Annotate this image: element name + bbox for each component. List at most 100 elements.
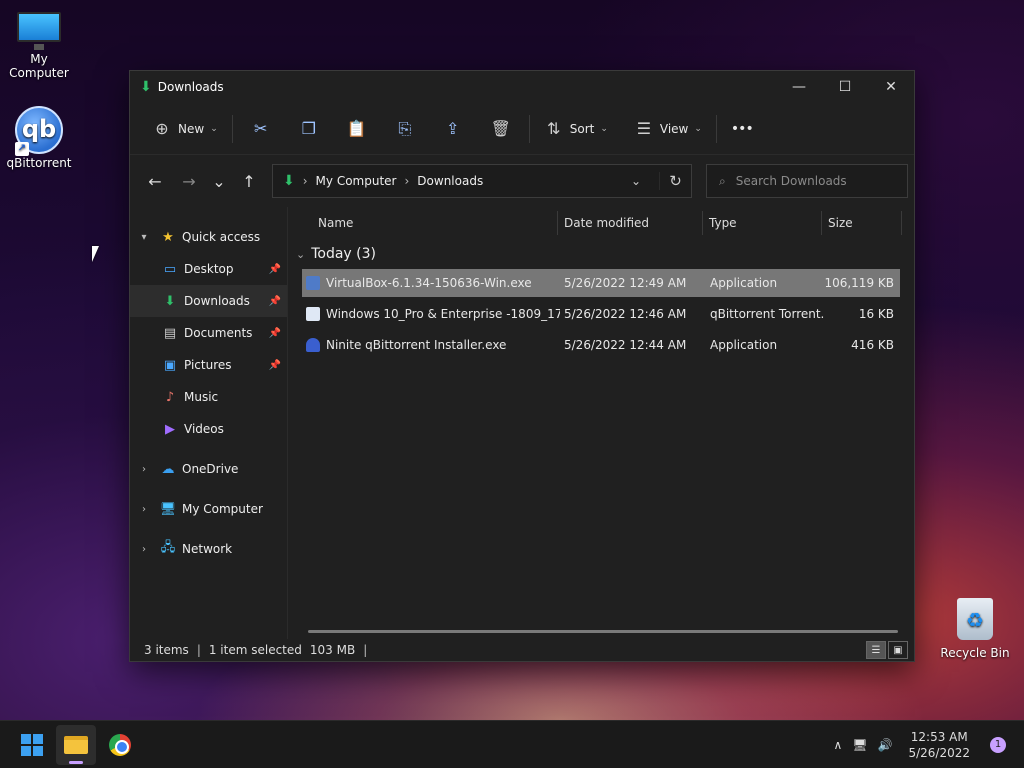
back-button[interactable]: ← [140,166,170,196]
new-button[interactable]: ⊕ New ⌄ [148,113,222,145]
chevron-down-icon: ⌄ [212,171,226,191]
clock[interactable]: 12:53 AM 5/26/2022 [908,729,970,761]
column-header-type[interactable]: Type [703,211,822,235]
pictures-icon: ▣ [163,357,177,373]
column-header-row: Name Date modified Type Size [288,207,914,239]
view-button[interactable]: ☰ View ⌄ [630,113,706,145]
chevron-right-icon: › [142,503,146,515]
sidebar-item-downloads[interactable]: ⬇ Downloads 📌 [130,285,287,317]
show-hidden-icons-button[interactable]: ∧ [833,738,842,752]
cut-button[interactable]: ✂ [243,113,279,145]
sidebar-item-desktop[interactable]: ▭ Desktop 📌 [130,253,287,285]
recycle-bin-icon: ♻ [957,598,993,640]
column-header-date[interactable]: Date modified [558,211,703,235]
chrome-icon [109,733,131,756]
scissors-icon: ✂ [254,119,268,138]
download-icon: ⬇ [283,173,295,189]
column-header-name[interactable]: Name [288,211,558,235]
monitor-icon: 🖥 [159,501,177,517]
table-row[interactable]: VirtualBox-6.1.34-150636-Win.exe 5/26/20… [302,269,900,297]
group-header-today[interactable]: ⌄ Today (3) [288,239,914,269]
qbittorrent-icon: qb ↗ [15,106,63,156]
download-icon: ⬇ [140,79,152,95]
breadcrumb-my-computer[interactable]: My Computer [316,174,397,188]
horizontal-scrollbar[interactable] [308,630,898,633]
virtualbox-icon [306,276,320,290]
minimize-button[interactable]: — [776,71,822,103]
divider: | [196,643,201,657]
cloud-icon: ☁ [161,461,175,477]
recent-locations-button[interactable]: ⌄ [204,166,234,196]
divider [231,114,233,143]
volume-icon[interactable]: 🔊 [878,738,893,752]
close-button[interactable]: ✕ [868,71,914,103]
sidebar-item-documents[interactable]: ▤ Documents 📌 [130,317,287,349]
address-bar[interactable]: ⬇ › My Computer › Downloads ⌄ ↻ [272,164,692,198]
desktop-icon-my-computer[interactable]: My Computer [0,12,78,80]
folder-icon [64,735,88,754]
table-row[interactable]: Ninite qBittorrent Installer.exe 5/26/20… [302,331,900,359]
details-view-icon: ☰ [871,644,881,656]
paste-button[interactable]: 📋 [339,113,375,145]
chevron-right-icon: › [142,543,146,555]
details-view-button[interactable]: ☰ [866,641,886,659]
notification-badge[interactable]: 1 [990,736,1006,753]
refresh-button[interactable]: ↻ [659,172,691,190]
up-button[interactable]: ↑ [234,166,264,196]
sidebar-item-quick-access[interactable]: ▾ ★ Quick access [130,221,287,253]
trash-icon: 🗑 [490,119,511,138]
sidebar-item-my-computer[interactable]: › 🖥 My Computer [130,493,287,525]
status-size: 103 MB [309,643,356,657]
desktop-icon-label: Recycle Bin [940,646,1010,660]
pin-icon: 📌 [268,359,281,371]
search-placeholder: Search Downloads [735,174,847,188]
sidebar-item-videos[interactable]: ▶ Videos [130,413,287,445]
desktop-icon-qbittorrent[interactable]: qb ↗ qBittorrent [0,106,78,170]
navigation-row: ← → ⌄ ↑ ⬇ › My Computer › Downloads ⌄ ↻ … [130,155,914,207]
plus-circle-icon: ⊕ [155,119,169,138]
explorer-body: ▾ ★ Quick access ▭ Desktop 📌 ⬇ Downloads… [130,207,914,639]
chevron-right-icon: › [142,463,146,475]
address-dropdown-button[interactable]: ⌄ [621,174,651,188]
arrow-left-icon: ← [148,171,162,191]
sidebar-item-music[interactable]: ♪ Music [130,381,287,413]
sidebar-item-network[interactable]: › 🖧 Network [130,533,287,565]
breadcrumb-separator-icon: › [404,174,410,188]
delete-button[interactable]: 🗑 [483,113,519,145]
status-bar: 3 items | 1 item selected 103 MB | ☰ ▣ [130,639,914,661]
title-bar[interactable]: ⬇ Downloads — ☐ ✕ [130,71,914,103]
search-input[interactable]: ⌕ Search Downloads [706,164,908,198]
desktop-folder-icon: ▭ [163,261,177,277]
forward-button[interactable]: → [174,166,204,196]
status-item-count: 3 items [144,643,189,657]
breadcrumb-downloads[interactable]: Downloads [417,174,483,188]
tiles-view-button[interactable]: ▣ [888,641,908,659]
pin-icon: 📌 [268,327,281,339]
desktop-icon-recycle-bin[interactable]: ♻ Recycle Bin [936,598,1014,660]
network-icon[interactable]: 🖥 [852,738,867,752]
divider [715,114,717,143]
more-options-button[interactable]: ••• [727,113,757,145]
paste-icon: 📋 [346,119,367,138]
sidebar-item-onedrive[interactable]: › ☁ OneDrive [130,453,287,485]
maximize-button[interactable]: ☐ [822,71,868,103]
table-row[interactable]: Windows 10_Pro & Enterprise -1809_1776..… [302,300,900,328]
desktop-icon-label: qBittorrent [6,156,72,170]
taskbar: ∧ 🖥 🔊 12:53 AM 5/26/2022 1 [0,720,1024,768]
pin-icon: 📌 [268,263,281,275]
taskbar-chrome[interactable] [100,725,140,765]
column-header-size[interactable]: Size [822,211,902,235]
copy-button[interactable]: ❐ [291,113,327,145]
rename-button[interactable]: ⎘ [387,113,423,145]
sidebar-item-pictures[interactable]: ▣ Pictures 📌 [130,349,287,381]
share-button[interactable]: ⇪ [435,113,471,145]
ninite-icon [306,338,320,352]
file-list: Name Date modified Type Size ⌄ Today (3)… [288,207,914,639]
clock-date: 5/26/2022 [908,745,970,760]
view-list-icon: ☰ [636,119,652,138]
start-button[interactable] [12,725,52,765]
taskbar-file-explorer[interactable] [56,724,96,765]
file-explorer-window: ⬇ Downloads — ☐ ✕ ⊕ New ⌄ ✂ ❐ 📋 ⎘ ⇪ 🗑 ⇅ … [129,70,915,662]
sort-button[interactable]: ⇅ Sort ⌄ [540,113,612,145]
shortcut-arrow-icon: ↗ [15,142,29,156]
